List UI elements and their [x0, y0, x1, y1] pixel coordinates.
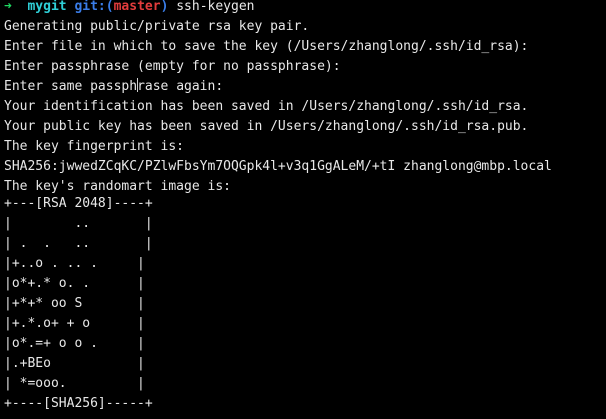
output-line: Generating public/private rsa key pair.: [4, 19, 310, 34]
prompt-arrow-icon: ➜: [4, 0, 12, 14]
prompt-git-label: git:(: [74, 0, 114, 14]
prompt-command: ssh-keygen: [176, 0, 255, 14]
randomart-line: |+*+* oo S |: [4, 296, 145, 311]
output-line: Enter file in which to save the key (/Us…: [4, 39, 529, 54]
output-text: rase again:: [137, 79, 224, 94]
randomart-line: +---[RSA 2048]----+: [4, 196, 153, 211]
prompt-line: ➜ mygit git:(master) ssh-keygen: [4, 0, 606, 17]
randomart-line: |o*+.* o. . |: [4, 276, 145, 291]
output-line-same-passphrase: Enter same passphrase again:: [4, 77, 606, 97]
randomart-line: |+.*.o+ + o |: [4, 316, 145, 331]
fingerprint-line: SHA256:jwwedZCqKC/PZlwFbsYm7OQGpk4l+v3q1…: [4, 159, 552, 174]
output-line: Enter passphrase (empty for no passphras…: [4, 59, 341, 74]
prompt-directory: mygit: [27, 0, 67, 14]
output-line: The key fingerprint is:: [4, 139, 185, 154]
randomart-line: | . . .. |: [4, 236, 153, 251]
randomart-block: +---[RSA 2048]----+ | .. | | . . .. | |+…: [4, 194, 606, 414]
randomart-line: |+..o . .. . |: [4, 256, 145, 271]
terminal-window[interactable]: ➜ mygit git:(master) ssh-keygen Generati…: [0, 0, 606, 419]
output-text: Enter same passph: [4, 79, 138, 94]
randomart-line: |.+BEo |: [4, 356, 145, 371]
output-line: Your public key has been saved in /Users…: [4, 119, 529, 134]
randomart-line: | *=ooo. |: [4, 376, 145, 391]
prompt-branch: master: [113, 0, 161, 14]
randomart-line: | .. |: [4, 216, 153, 231]
output-line: Your identification has been saved in /U…: [4, 99, 529, 114]
randomart-line: +----[SHA256]-----+: [4, 396, 153, 411]
prompt-git-close: ): [160, 0, 169, 14]
randomart-line: |o*.=+ o o . |: [4, 336, 145, 351]
